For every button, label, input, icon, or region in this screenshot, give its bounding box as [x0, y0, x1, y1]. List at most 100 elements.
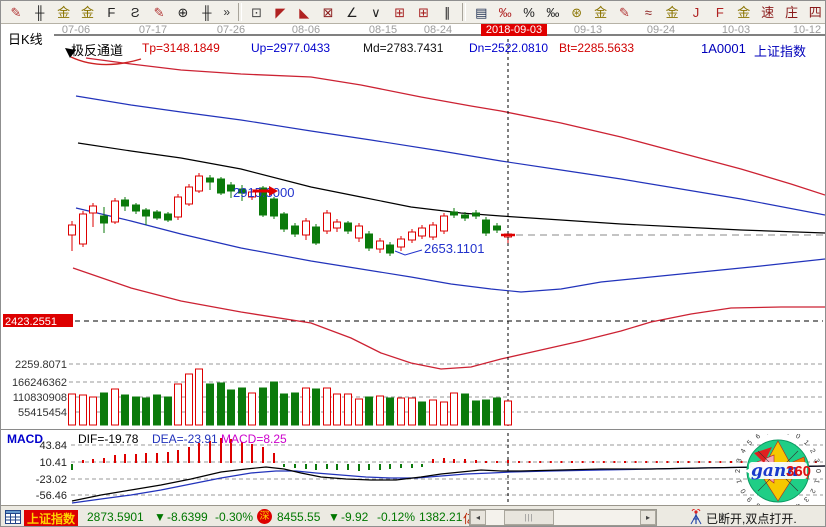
volume-bar — [398, 398, 405, 425]
volume-bar — [271, 382, 278, 425]
horizontal-scrollbar[interactable]: ◂ ||| ▸ — [469, 509, 657, 526]
volume-bar — [334, 394, 341, 425]
date-tick-label: 07-06 — [62, 24, 90, 36]
candle-body — [303, 221, 310, 235]
toolbar-gold-underline-icon[interactable]: 金 — [660, 3, 684, 22]
toolbar-fan-up-icon[interactable]: ◤ — [268, 3, 292, 22]
logo-ring-digit: 0 — [794, 434, 801, 441]
current-date-label: 2018-09-03 — [486, 24, 542, 36]
candle-body — [143, 210, 150, 216]
toolbar-fan-box-icon[interactable]: ⊠ — [316, 3, 340, 22]
toolbar-bars-panel-icon[interactable]: ▤ — [469, 3, 493, 22]
toolbar-overflow-chevron[interactable]: » — [219, 5, 235, 19]
candle-body — [483, 220, 490, 233]
volume-bar — [101, 393, 108, 425]
candle-body — [313, 227, 320, 243]
toolbar-separator — [238, 3, 242, 21]
toolbar-gold-lines-icon[interactable]: 金 — [589, 3, 613, 22]
toolbar-percent-strike-icon[interactable]: ‰ — [493, 3, 517, 22]
market-table-icon[interactable] — [5, 510, 21, 527]
candle-body — [441, 216, 448, 231]
volume-bar — [313, 389, 320, 425]
security-name[interactable]: 上证指数 — [754, 41, 806, 60]
candle-body — [271, 199, 278, 216]
toolbar-gold-grid-icon[interactable]: 金 — [52, 3, 76, 22]
toolbar-f-angle-icon[interactable]: F — [708, 3, 732, 22]
volume-bar — [419, 402, 426, 425]
scroll-thumb[interactable]: ||| — [504, 510, 554, 525]
candle-body — [196, 176, 203, 191]
scroll-left-arrow[interactable]: ◂ — [470, 510, 486, 525]
toolbar-four-angle-icon[interactable]: 四 — [803, 3, 826, 22]
toolbar-fan-fill-icon[interactable]: ◣ — [292, 3, 316, 22]
toolbar-fib-grid-icon[interactable]: F — [99, 3, 123, 22]
scale-label: 55415454 — [18, 407, 67, 419]
logo-ring-digit: 9 — [746, 495, 754, 503]
indicator-name[interactable]: 极反通道 — [71, 40, 123, 59]
volume-bar — [462, 394, 469, 425]
toolbar-gann-comb-icon[interactable]: ╫ — [28, 3, 52, 22]
candle-body — [387, 245, 394, 253]
toolbar-gold-circle-icon[interactable]: ⊛ — [565, 3, 589, 22]
date-tick-label: 07-26 — [217, 24, 245, 36]
toolbar-percent-icon[interactable]: % — [517, 3, 541, 22]
candle-body — [133, 205, 140, 211]
toolbar-brush-ruler-icon[interactable]: ✎ — [147, 3, 171, 22]
toolbar-wave-box-icon[interactable]: ≈ — [636, 3, 660, 22]
volume-bar — [228, 390, 235, 425]
volume-bar — [186, 374, 193, 425]
toolbar-parallel-lines-icon[interactable]: ∥ — [436, 3, 460, 22]
toolbar-grid-red2-icon[interactable]: ⊞ — [412, 3, 436, 22]
candle-body — [165, 214, 172, 220]
volume-bar — [80, 395, 87, 425]
toolbar-comb2-icon[interactable]: ╫ — [195, 3, 219, 22]
candle-body — [409, 232, 416, 240]
macd-value: MACD=8.25 — [221, 432, 287, 446]
toolbar-speed-angle-icon[interactable]: 速 — [756, 3, 780, 22]
toolbar-brush-bars-icon[interactable]: ✎ — [613, 3, 637, 22]
index-badge[interactable]: 上证指数 — [24, 510, 78, 527]
candle-body — [324, 213, 331, 231]
candle-body — [377, 241, 384, 249]
toolbar-zigzag-icon[interactable]: ∨ — [364, 3, 388, 22]
volume-bar — [387, 398, 394, 425]
scale-label: 166246362 — [12, 377, 67, 389]
scroll-track[interactable]: ||| — [486, 510, 640, 525]
volume-bar — [239, 388, 246, 425]
candle-body — [186, 187, 193, 204]
scroll-right-arrow[interactable]: ▸ — [640, 510, 656, 525]
volume-bar — [165, 397, 172, 425]
antenna-icon — [689, 509, 703, 527]
connection-status[interactable]: 已断开,双点打开. — [706, 510, 797, 527]
toolbar-cycle-circle-icon[interactable]: ⊕ — [171, 3, 195, 22]
toolbar-grid-red-icon[interactable]: ⊞ — [388, 3, 412, 22]
volume-bar — [154, 395, 161, 425]
shenzhen-market-icon[interactable]: 深 — [257, 509, 272, 524]
toolbar-gold-grid2-icon[interactable]: 金 — [76, 3, 100, 22]
toolbar-spiral-grid-icon[interactable]: Ƨ — [123, 3, 147, 22]
toolbar-trend-angle-icon[interactable]: ∠ — [340, 3, 364, 22]
macd-pane-label[interactable]: MACD — [7, 432, 43, 446]
logo-ring-digit: 2 — [735, 469, 742, 473]
volume-bar — [175, 384, 182, 425]
volume-bar — [505, 401, 512, 425]
logo-ring-digit: 0 — [814, 469, 821, 473]
volume-bar — [69, 394, 76, 425]
toolbar-permille-lines-icon[interactable]: ‰ — [541, 3, 565, 22]
logo-ring-digit: 8 — [776, 434, 780, 435]
volume-bar — [112, 389, 119, 425]
toolbar-zhuang-angle-icon[interactable]: 庄 — [780, 3, 804, 22]
channel-top-red-line — [86, 58, 825, 195]
toolbar-gold-angle-icon[interactable]: 金 — [732, 3, 756, 22]
toolbar-box-tool-icon[interactable]: ⊡ — [245, 3, 269, 22]
volume-bar — [218, 383, 225, 425]
volume-bar — [473, 401, 480, 425]
chart-canvas[interactable]: 2259.80711662463621108309085541545443.84… — [1, 1, 826, 527]
toolbar-j-angle-icon[interactable]: J — [684, 3, 708, 22]
toolbar-brush-icon[interactable]: ✎ — [4, 3, 28, 22]
toolbar: ✎╫金金FƧ✎⊕╫»⊡◤◣⊠∠∨⊞⊞∥▤‰%‰⊛金✎≈金JF金速庄四 — [1, 1, 826, 24]
date-tick-label: 09-24 — [647, 24, 675, 36]
security-code[interactable]: 1A0001 — [701, 41, 746, 56]
logo-ring-digit: 3 — [802, 495, 810, 503]
annotation-leader — [395, 250, 422, 255]
